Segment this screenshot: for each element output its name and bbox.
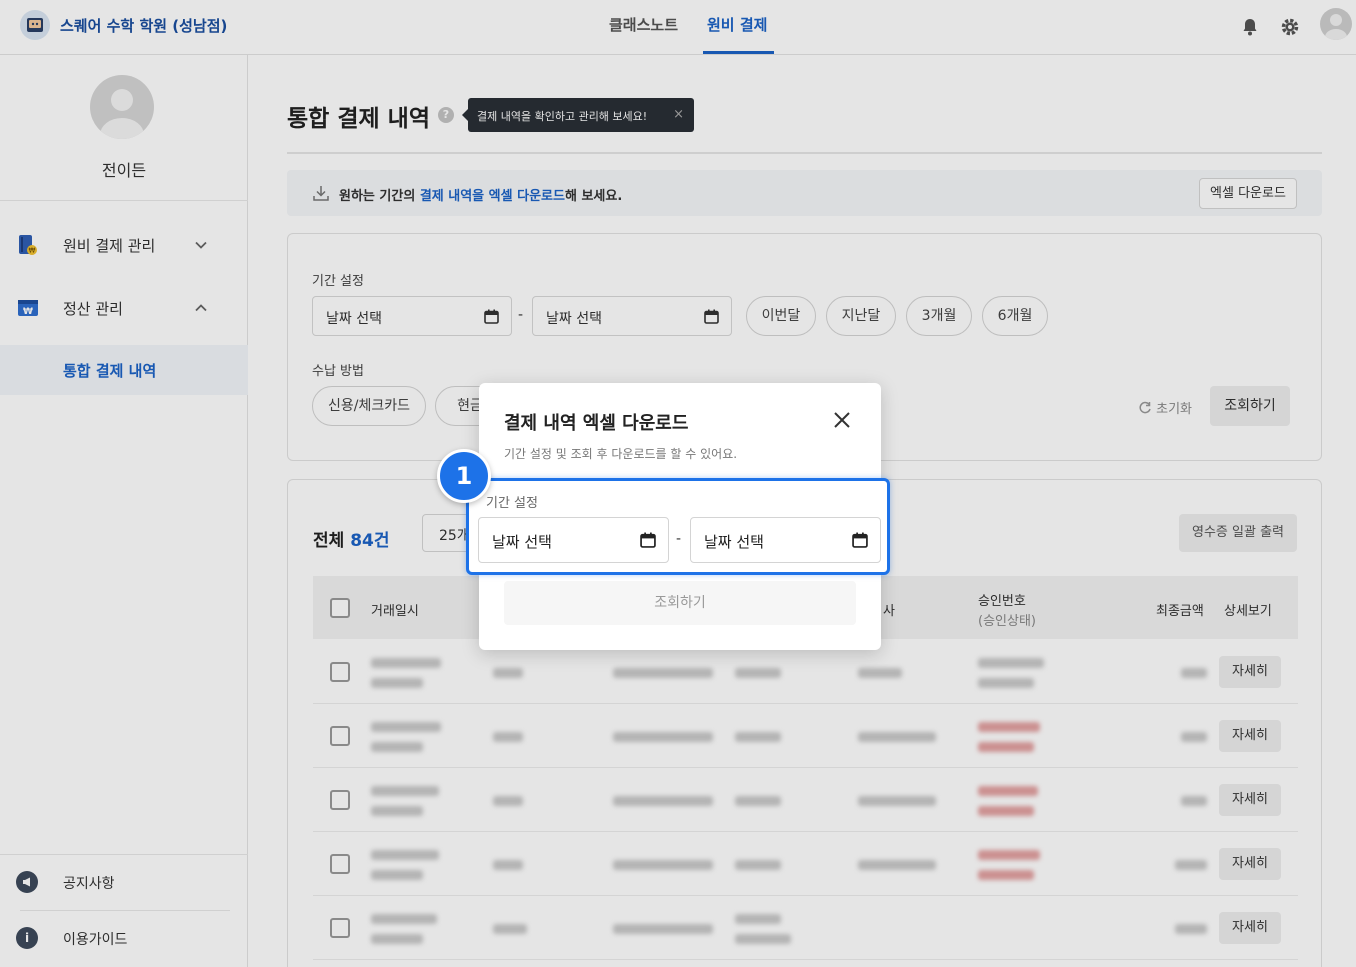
modal-date-dash: - [676, 531, 682, 547]
close-icon[interactable] [831, 409, 853, 431]
modal-start-date-value: 날짜 선택 [492, 533, 552, 551]
modal-search-button[interactable]: 조회하기 [504, 581, 856, 625]
step-number-badge: 1 [437, 449, 491, 503]
calendar-icon [852, 532, 868, 548]
modal-period-label: 기간 설정 [486, 496, 538, 511]
highlighted-period-section: 기간 설정 날짜 선택 - 날짜 선택 [466, 478, 890, 575]
modal-end-date-input[interactable]: 날짜 선택 [690, 517, 881, 563]
modal-title: 결제 내역 엑셀 다운로드 [504, 413, 689, 434]
modal-end-date-value: 날짜 선택 [704, 533, 764, 551]
modal-subtitle: 기간 설정 및 조회 후 다운로드를 할 수 있어요. [504, 447, 738, 461]
modal-start-date-input[interactable]: 날짜 선택 [478, 517, 669, 563]
calendar-icon [640, 532, 656, 548]
